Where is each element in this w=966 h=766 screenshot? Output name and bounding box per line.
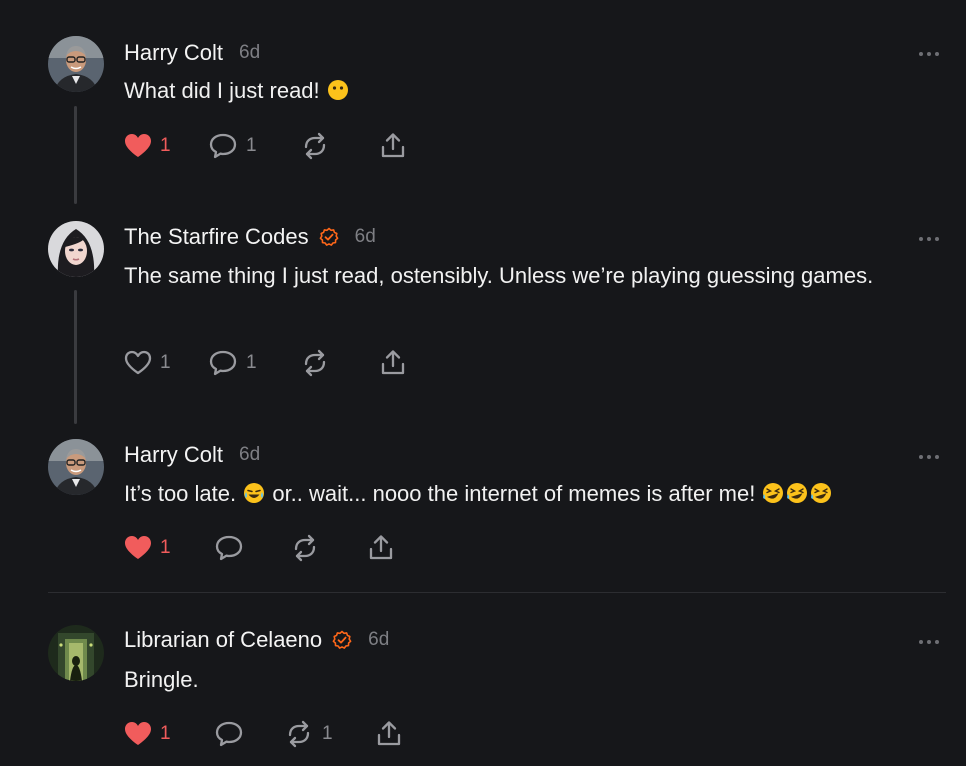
like-count: 1 xyxy=(160,723,171,744)
restack-icon xyxy=(294,534,316,562)
comment-header: Librarian of Celaeno 6d xyxy=(124,625,389,655)
emoji-icon xyxy=(243,480,265,513)
like-count: 1 xyxy=(160,537,171,558)
emoji-icon xyxy=(762,480,784,513)
share-button[interactable] xyxy=(380,348,406,378)
restack-icon xyxy=(304,132,326,160)
like-count: 1 xyxy=(160,352,171,373)
more-icon[interactable] xyxy=(918,46,940,56)
comment-text-segment: It’s too late. xyxy=(124,481,243,506)
divider xyxy=(48,592,946,593)
comment-text-segment: What did I just read! xyxy=(124,78,326,103)
share-icon xyxy=(369,535,393,560)
reply-button[interactable] xyxy=(214,533,244,563)
restack-count: 1 xyxy=(322,723,333,744)
share-button[interactable] xyxy=(368,533,394,563)
restack-icon xyxy=(304,349,326,377)
comment-icon xyxy=(209,133,237,159)
restack-button[interactable] xyxy=(300,348,330,378)
heart-icon xyxy=(125,722,151,745)
author-name[interactable]: Harry Colt xyxy=(124,442,223,468)
thread-line xyxy=(74,290,77,424)
comment-text: It’s too late. or.. wait... nooo the int… xyxy=(124,477,914,513)
like-button[interactable]: 1 xyxy=(124,131,171,161)
timestamp[interactable]: 6d xyxy=(239,444,260,466)
reply-button[interactable]: 1 xyxy=(208,348,257,378)
restack-button[interactable] xyxy=(290,533,320,563)
share-button[interactable] xyxy=(380,131,406,161)
timestamp[interactable]: 6d xyxy=(355,226,376,248)
more-icon[interactable] xyxy=(918,449,940,459)
comment-text-segment: or.. wait... nooo the internet of memes … xyxy=(266,481,762,506)
more-icon[interactable] xyxy=(918,634,940,644)
comment-text-segment: The same thing I just read, ostensibly. … xyxy=(124,263,874,288)
share-button[interactable] xyxy=(376,719,402,749)
share-icon xyxy=(381,350,405,375)
verified-icon xyxy=(332,630,352,650)
reply-button[interactable]: 1 xyxy=(208,131,257,161)
comment-icon xyxy=(215,535,243,561)
author-name[interactable]: Librarian of Celaeno xyxy=(124,627,322,653)
avatar[interactable] xyxy=(48,221,104,277)
heart-icon xyxy=(125,134,151,157)
heart-icon xyxy=(124,350,152,375)
comment-header: Harry Colt 6d xyxy=(124,440,260,470)
like-button[interactable]: 1 xyxy=(124,533,171,563)
restack-button[interactable]: 1 xyxy=(284,719,333,749)
comment-text: What did I just read! xyxy=(124,74,914,110)
emoji-icon xyxy=(786,480,808,513)
emoji-icon xyxy=(810,480,832,513)
timestamp[interactable]: 6d xyxy=(239,42,260,64)
thread-line xyxy=(74,106,77,204)
comment-text-segment: Bringle. xyxy=(124,667,199,692)
author-name[interactable]: The Starfire Codes xyxy=(124,224,309,250)
avatar[interactable] xyxy=(48,439,104,495)
share-icon xyxy=(377,721,401,746)
avatar[interactable] xyxy=(48,36,104,92)
comment-icon xyxy=(209,350,237,376)
avatar[interactable] xyxy=(48,625,104,681)
reply-button[interactable] xyxy=(214,719,244,749)
comment-text: Bringle. xyxy=(124,663,914,696)
like-button[interactable]: 1 xyxy=(124,348,171,378)
comment-text: The same thing I just read, ostensibly. … xyxy=(124,259,914,292)
heart-icon xyxy=(125,536,151,559)
reply-count: 1 xyxy=(246,135,257,156)
restack-icon xyxy=(288,720,310,748)
more-icon[interactable] xyxy=(918,231,940,241)
comment-header: Harry Colt 6d xyxy=(124,38,260,68)
restack-button[interactable] xyxy=(300,131,330,161)
like-count: 1 xyxy=(160,135,171,156)
verified-icon xyxy=(319,227,339,247)
author-name[interactable]: Harry Colt xyxy=(124,40,223,66)
comment-icon xyxy=(215,721,243,747)
share-icon xyxy=(381,133,405,158)
reply-count: 1 xyxy=(246,352,257,373)
comment-header: The Starfire Codes 6d xyxy=(124,222,376,252)
timestamp[interactable]: 6d xyxy=(368,629,389,651)
like-button[interactable]: 1 xyxy=(124,719,171,749)
emoji-icon xyxy=(327,77,349,110)
